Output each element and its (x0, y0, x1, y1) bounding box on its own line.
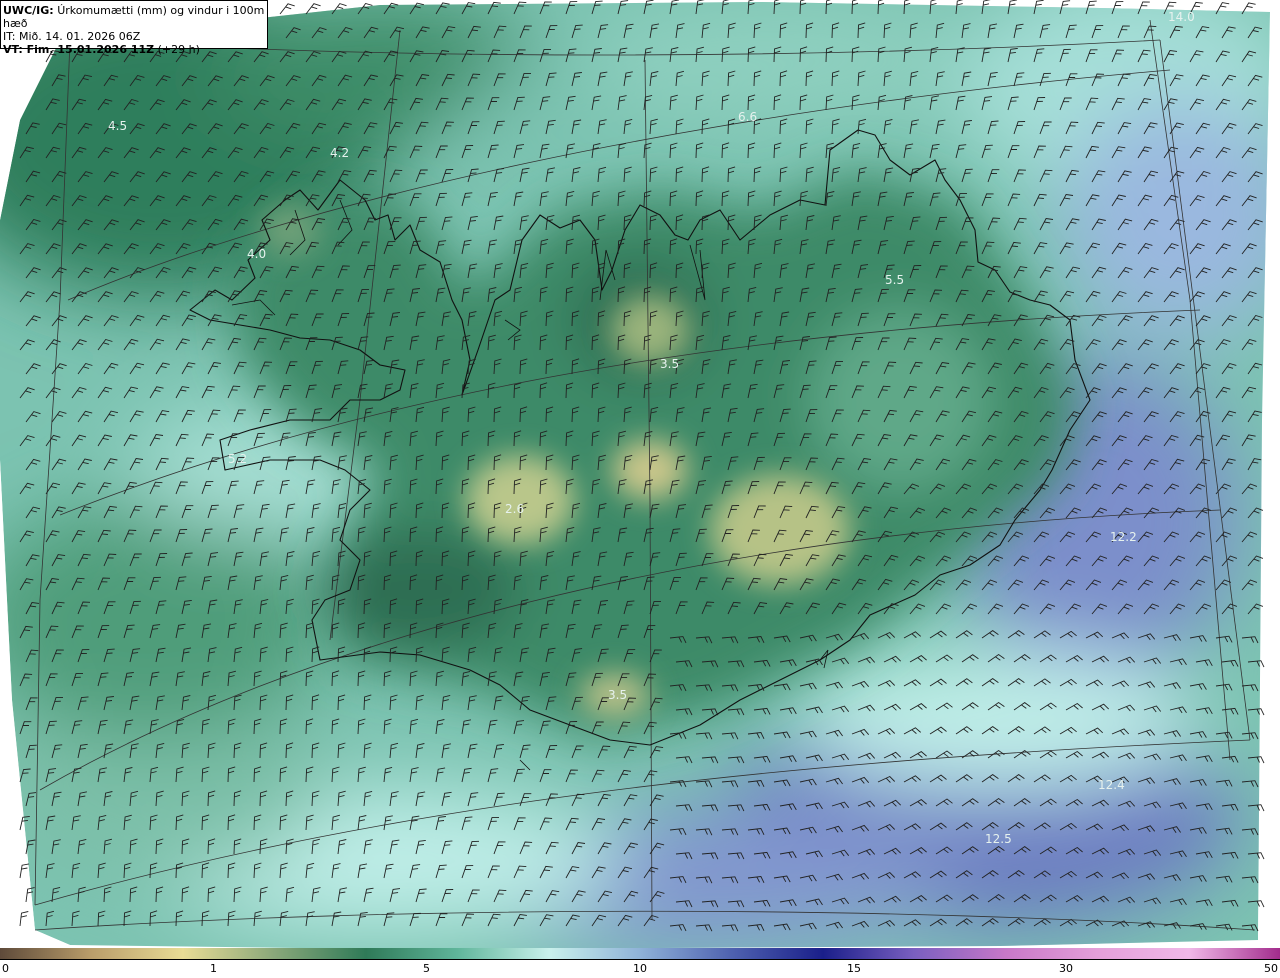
value-label: 5.5 (885, 273, 904, 287)
value-label: 12.4 (1098, 778, 1125, 792)
value-label: 12.5 (985, 832, 1012, 846)
colorbar-strip (0, 948, 1280, 960)
colorbar-tick: 5 (423, 962, 430, 975)
lead-time: (+29 h) (157, 43, 200, 56)
valid-time: VT: Fim. 15.01.2026 11Z (3, 43, 155, 56)
value-label: 4.5 (108, 119, 127, 133)
forecast-map: 4.5 4.2 4.0 5.2 6.6 5.5 3.5 2.6 3.5 12.2… (0, 0, 1280, 948)
value-label: 3.5 (608, 688, 627, 702)
value-label: 6.6 (738, 110, 757, 124)
wind-barb (279, 3, 295, 15)
map-canvas: 4.5 4.2 4.0 5.2 6.6 5.5 3.5 2.6 3.5 12.2… (0, 0, 1280, 948)
colorbar-tick: 50 (1264, 962, 1278, 975)
colorbar: 0 1 5 10 15 30 50 (0, 948, 1280, 978)
colorbar-tick: 1 (210, 962, 217, 975)
value-label: 2.6 (505, 502, 524, 516)
value-label: 5.2 (228, 452, 247, 466)
value-label: 12.2 (1110, 530, 1137, 544)
model-label: UWC/IG: (3, 4, 54, 17)
value-label: 3.5 (660, 357, 679, 371)
map-title-box: UWC/IG: Úrkomumætti (mm) og vindur i 100… (0, 0, 268, 56)
value-label: 14.0 (1168, 10, 1195, 24)
value-label: 4.0 (247, 247, 266, 261)
colorbar-tick: 15 (847, 962, 861, 975)
colorbar-tick: 0 (2, 962, 9, 975)
colorbar-tick: 10 (633, 962, 647, 975)
initial-time: IT: Mið. 14. 01. 2026 06Z (3, 30, 141, 43)
value-label: 4.2 (330, 146, 349, 160)
colorbar-tick: 30 (1059, 962, 1073, 975)
precipitation-field (0, 2, 1270, 948)
